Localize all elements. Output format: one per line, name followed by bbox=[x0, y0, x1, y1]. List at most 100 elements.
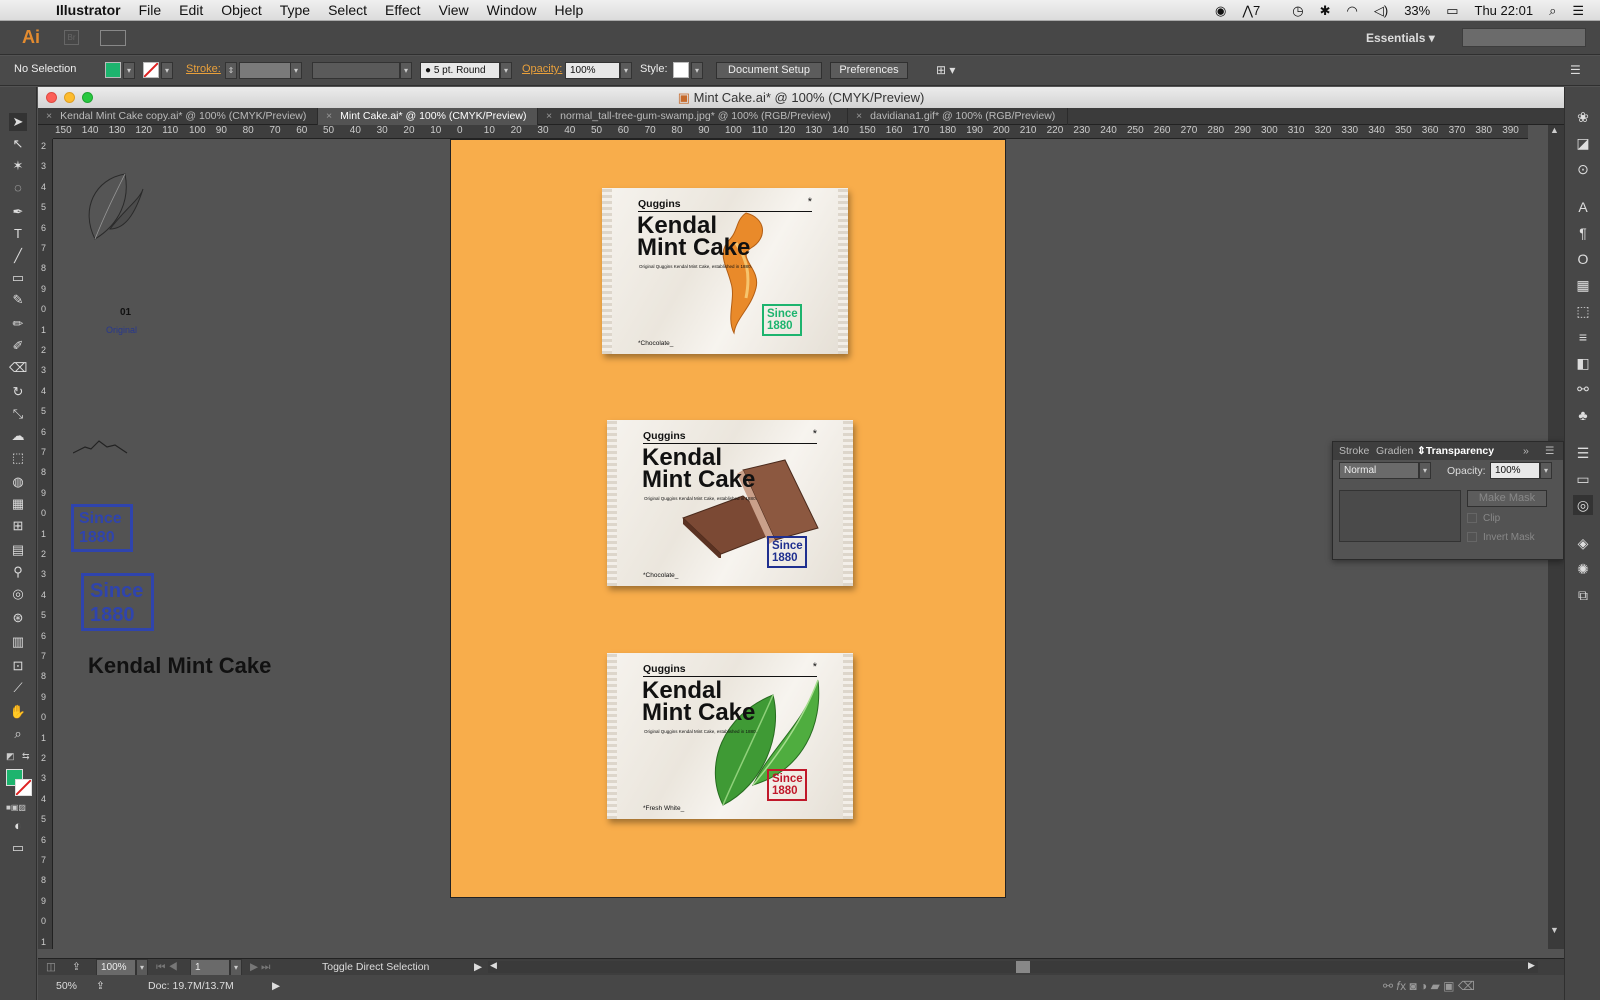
pen-tool-icon[interactable]: ✒ bbox=[9, 203, 27, 221]
artboard-tool-icon[interactable]: ⊡ bbox=[9, 657, 27, 675]
menu-select[interactable]: Select bbox=[328, 2, 367, 18]
warp-tool-icon[interactable]: ☁ bbox=[9, 427, 27, 445]
variable-width-profile[interactable] bbox=[312, 62, 400, 79]
align-icon[interactable]: ≡ bbox=[1573, 327, 1593, 347]
share-icon[interactable]: ⇪ bbox=[72, 961, 81, 973]
invert-mask-checkbox[interactable] bbox=[1467, 532, 1477, 542]
menu-edit[interactable]: Edit bbox=[179, 2, 203, 18]
zoom-level-field[interactable]: 100% bbox=[96, 959, 136, 976]
close-tab-icon[interactable]: × bbox=[326, 110, 332, 122]
hand-tool-icon[interactable]: ✋ bbox=[9, 703, 27, 721]
tab-tree-gum-swamp[interactable]: × normal_tall-tree-gum-swamp.jpg* @ 100% … bbox=[538, 108, 848, 125]
canvas[interactable]: 01 Original Since 1880 Since 1880 Kendal M… bbox=[53, 139, 1528, 949]
column-graph-tool-icon[interactable]: ▥ bbox=[9, 633, 27, 651]
panel-tab-stroke[interactable]: Stroke bbox=[1339, 445, 1369, 457]
panel-tab-transparency[interactable]: ⇕Transparency bbox=[1417, 445, 1494, 457]
export-icon[interactable]: ⇪ bbox=[96, 980, 105, 992]
graphic-style-swatch[interactable] bbox=[673, 62, 689, 78]
battery-percent[interactable]: 33% bbox=[1404, 3, 1430, 18]
stroke-label[interactable]: Stroke: bbox=[186, 63, 221, 75]
creative-cloud-icon[interactable]: ◉ bbox=[1215, 3, 1226, 19]
minimize-window-button[interactable] bbox=[64, 92, 75, 103]
stroke-none-swatch[interactable] bbox=[143, 62, 159, 78]
horizontal-scrollbar[interactable]: ◀ ▶ bbox=[488, 960, 1538, 973]
magic-wand-tool-icon[interactable]: ✶ bbox=[9, 157, 27, 175]
opacity-label[interactable]: Opacity: bbox=[522, 63, 562, 75]
free-transform-tool-icon[interactable]: ⬚ bbox=[9, 449, 27, 467]
tab-kendal-mint-cake-copy[interactable]: × Kendal Mint Cake copy.ai* @ 100% (CMYK/… bbox=[38, 108, 318, 125]
adobe-status-icon[interactable]: ⋀7 bbox=[1242, 3, 1276, 19]
close-tab-icon[interactable]: × bbox=[856, 110, 862, 122]
rectangle-tool-icon[interactable]: ▭ bbox=[9, 269, 27, 287]
character-icon[interactable]: A bbox=[1573, 197, 1593, 217]
blob-brush-tool-icon[interactable]: ✐ bbox=[9, 337, 27, 355]
gradient-tool-icon[interactable]: ▤ bbox=[9, 541, 27, 559]
scroll-left-arrow[interactable]: ◀ bbox=[490, 960, 497, 971]
menu-type[interactable]: Type bbox=[280, 2, 310, 18]
stroke-panel-icon[interactable]: ☰ bbox=[1573, 443, 1593, 463]
transparency-panel-icon[interactable]: ◎ bbox=[1573, 495, 1593, 515]
menu-file[interactable]: File bbox=[139, 2, 162, 18]
default-colors-icon[interactable]: ◩ bbox=[6, 751, 16, 761]
layers-icon[interactable]: ◈ bbox=[1573, 533, 1593, 553]
profile-dropdown-arrow[interactable]: ▾ bbox=[400, 62, 412, 79]
notification-list-icon[interactable]: ☰ bbox=[1572, 3, 1584, 19]
pathfinder-icon[interactable]: ◧ bbox=[1573, 353, 1593, 373]
menu-help[interactable]: Help bbox=[554, 2, 583, 18]
close-tab-icon[interactable]: × bbox=[546, 110, 552, 122]
transform-icon[interactable]: ⬚ bbox=[1573, 301, 1593, 321]
color-icon[interactable]: ◪ bbox=[1573, 133, 1593, 153]
appearance-icon[interactable]: ✺ bbox=[1573, 559, 1593, 579]
wifi-icon[interactable]: ◠ bbox=[1347, 3, 1358, 19]
direct-selection-tool-icon[interactable]: ↖ bbox=[9, 135, 27, 153]
tab-davidiana[interactable]: × davidiana1.gif* @ 100% (RGB/Preview) bbox=[848, 108, 1068, 125]
fill-swatch[interactable] bbox=[105, 62, 121, 78]
line-segment-tool-icon[interactable]: ╱ bbox=[9, 247, 27, 265]
menu-app-name[interactable]: Illustrator bbox=[56, 2, 121, 18]
opacity-dropdown-arrow[interactable]: ▾ bbox=[620, 62, 632, 79]
color-mode-icons[interactable]: ■▣▨ bbox=[6, 803, 32, 812]
symbol-sprayer-tool-icon[interactable]: ⊛ bbox=[9, 609, 27, 627]
panel-collapse-icon[interactable]: » bbox=[1523, 445, 1529, 457]
gradient-panel-icon[interactable]: ▭ bbox=[1573, 469, 1593, 489]
bluetooth-icon[interactable]: ✱ bbox=[1320, 3, 1331, 19]
scroll-down-arrow[interactable]: ▼ bbox=[1550, 925, 1559, 935]
stroke-color-swatch[interactable] bbox=[15, 779, 32, 796]
ruler-origin[interactable] bbox=[38, 125, 53, 139]
screen-mode-icon[interactable]: ▭ bbox=[9, 839, 27, 857]
paintbrush-tool-icon[interactable]: ✎ bbox=[9, 291, 27, 309]
vertical-ruler[interactable]: 2 3 4 5 6 7 8 9 0 1 2 3 4 5 6 7 8 9 0 1 2 3 4 5 6 7 8 9 0 1 2 3 4 5 6 7 8 9 0 1 bbox=[38, 139, 53, 949]
scroll-right-arrow[interactable]: ▶ bbox=[1528, 960, 1535, 971]
brush-definition[interactable]: ● 5 pt. Round bbox=[420, 62, 500, 79]
opacity-field[interactable]: 100% bbox=[565, 62, 620, 79]
eraser-tool-icon[interactable]: ⌫ bbox=[9, 359, 27, 377]
clip-checkbox[interactable] bbox=[1467, 513, 1477, 523]
rotate-tool-icon[interactable]: ↻ bbox=[9, 383, 27, 401]
package-mint-leaf[interactable]: Quggins * Kendal Mint Cake Original Quggi… bbox=[607, 653, 853, 819]
label-original[interactable]: Original bbox=[106, 325, 137, 335]
arrange-documents-icon[interactable] bbox=[100, 30, 126, 46]
artboard[interactable]: Quggins * Kendal Mint Cake Original Quggi… bbox=[450, 139, 1006, 898]
workspace-switcher[interactable]: Essentials ▾ bbox=[1366, 31, 1435, 45]
next-artboard-icon[interactable]: ▶ ⏭ bbox=[250, 961, 270, 974]
paragraph-icon[interactable]: ¶ bbox=[1573, 223, 1593, 243]
panel-tab-gradient[interactable]: Gradien bbox=[1376, 445, 1413, 457]
menu-object[interactable]: Object bbox=[221, 2, 261, 18]
drawing-mode-icon[interactable]: ◐ bbox=[9, 817, 27, 835]
tab-mint-cake[interactable]: × Mint Cake.ai* @ 100% (CMYK/Preview) bbox=[318, 108, 538, 125]
first-artboard-icon[interactable]: ⏮ ◀ bbox=[156, 961, 178, 974]
artboard-number-field[interactable]: 1 bbox=[190, 959, 230, 976]
pencil-tool-icon[interactable]: ✏ bbox=[9, 315, 27, 333]
status-menu-arrow[interactable]: ▶ bbox=[474, 961, 482, 973]
style-dropdown-arrow[interactable]: ▾ bbox=[691, 62, 703, 79]
blend-mode-select[interactable]: Normal bbox=[1339, 462, 1419, 479]
eyedropper-tool-icon[interactable]: ⚲ bbox=[9, 563, 27, 581]
menu-view[interactable]: View bbox=[439, 2, 469, 18]
help-search-input[interactable] bbox=[1462, 28, 1586, 47]
brush-dropdown-arrow[interactable]: ▾ bbox=[500, 62, 512, 79]
artboard-dropdown-arrow[interactable]: ▾ bbox=[230, 959, 242, 976]
scroll-up-arrow[interactable]: ▲ bbox=[1550, 125, 1559, 135]
stroke-weight-field[interactable] bbox=[239, 62, 291, 79]
swap-colors-icon[interactable]: ⇆ bbox=[22, 751, 32, 761]
package-chocolate[interactable]: Quggins * Kendal Mint Cake Original Quggi… bbox=[607, 420, 853, 586]
